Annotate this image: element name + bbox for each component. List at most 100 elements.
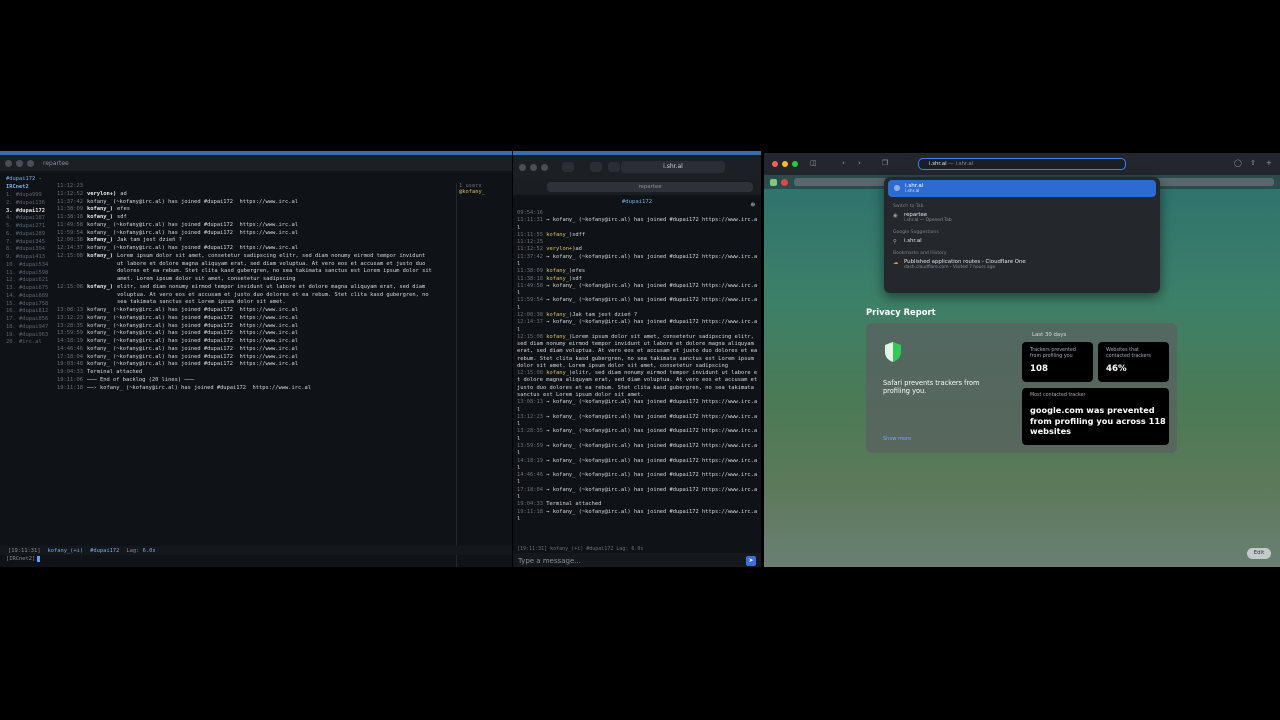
channel-item[interactable]: 12. #dupai621 (6, 277, 54, 285)
message-nick[interactable]: verylon+ (546, 246, 572, 252)
channel-item[interactable]: 5. #dupai271 (6, 223, 54, 231)
channel-name: #dupai172 (621, 199, 653, 205)
message-line: 11:38:18 kofany_)sdf (517, 276, 759, 283)
message-line: 19:11:18 ──› kofany_ (~kofany@irc.al) has… (57, 385, 455, 393)
back-icon[interactable] (590, 162, 602, 172)
message-nick[interactable]: kofany_ (546, 268, 569, 274)
show-more-link[interactable]: Show more (883, 436, 911, 442)
user-item[interactable]: @kofany_ (459, 189, 512, 195)
message-line: 11:12:25 (517, 239, 759, 246)
message-nick[interactable]: kofany_ (546, 232, 569, 238)
message-timestamp: 14:46:46 (517, 472, 543, 479)
channel-item[interactable]: 3. #dupai172 (6, 208, 54, 216)
message-line: 13:59:59 → kofany_ (~kofany@irc.al) has … (517, 443, 759, 458)
channel-item[interactable]: 2. #dupai136 (6, 200, 54, 208)
top-hit-suggestion[interactable]: i.shr.al i.shr.al (888, 180, 1156, 197)
composer-placeholder: Type a message... (518, 557, 581, 565)
message-nick[interactable]: kofany_ (546, 334, 569, 340)
channel-item[interactable]: 1. #dupa999 (6, 192, 54, 200)
web-irc-window: i.shr.al repartee #dupai172 ☻ 09:54:16 1… (513, 153, 761, 567)
minimize-icon[interactable] (16, 159, 23, 167)
channel-item[interactable]: 6. #dupai289 (6, 231, 54, 239)
share-icon[interactable]: ⇧ (1250, 159, 1256, 167)
message-timestamp: 11:49:58 (57, 221, 83, 228)
channel-item[interactable]: 16. #dupai812 (6, 308, 54, 316)
message-timestamp: 11:12:25 (517, 239, 543, 246)
message-line: 14:18:19 → kofany_ (~kofany@irc.al) has … (517, 458, 759, 473)
message-timestamp: 19:04:33 (57, 369, 83, 375)
sidebar-toggle-icon[interactable] (562, 162, 574, 172)
message-text: )efes (568, 268, 586, 275)
google-suggestion[interactable]: ⚲ i.shr.al (884, 238, 1160, 245)
message-nick[interactable]: kofany_) (87, 206, 113, 214)
minimize-icon[interactable] (782, 161, 788, 167)
address-bar[interactable]: i.shr.al — i.shr.al (918, 158, 1126, 170)
message-line: 19:11:06 ─── End of backlog (20 lines) ──… (57, 377, 455, 385)
message-nick[interactable]: kofany_ (546, 370, 569, 376)
favorite-green-icon[interactable] (770, 179, 777, 186)
switch-to-tab-header: Switch to Tab (893, 204, 924, 209)
command-input[interactable]: [IRCnet2] (6, 556, 41, 562)
message-nick[interactable]: kofany_) (87, 253, 113, 261)
url-field[interactable]: i.shr.al (621, 161, 725, 173)
new-tab-icon[interactable]: + (1266, 159, 1272, 167)
downloads-icon[interactable]: ◯ (1234, 159, 1242, 167)
message-nick[interactable]: kofany_) (87, 284, 113, 292)
message-nick[interactable]: kofany_) (87, 214, 113, 222)
sidebar-icon[interactable]: ◫ (810, 159, 817, 167)
channel-item[interactable]: 10. #dupai534 (6, 262, 54, 270)
channel-item[interactable]: 15. #dupai758 (6, 301, 54, 309)
zoom-icon[interactable] (27, 159, 34, 167)
message-timestamp: 11:49:58 (517, 282, 543, 289)
channel-item[interactable]: 4. #dupai187 (6, 215, 54, 223)
message-continuation: dolores et ea rebum. Stet clita kasd gub… (117, 268, 432, 275)
message-nick[interactable]: kofany_) (87, 237, 113, 245)
channel-item[interactable]: 7. #dupai345 (6, 239, 54, 247)
message-line: 11:59:54 → kofany_ (~kofany@irc.al) has … (517, 297, 759, 312)
message-timestamp: 11:38:18 (57, 214, 83, 220)
close-icon[interactable] (772, 161, 778, 167)
close-icon[interactable] (5, 159, 12, 167)
message-nick[interactable]: verylon+) (87, 191, 116, 199)
forward-icon[interactable] (608, 162, 620, 172)
bookmark-suggestion[interactable]: ☁ Published application routes - Cloudfl… (884, 259, 1160, 270)
switch-tab-suggestion[interactable]: ◉ repartee i.shr.al — Opened Tab (884, 212, 1160, 223)
message-composer[interactable]: Type a message... ➤ (513, 553, 761, 567)
message-line: 13:28:35 → kofany_ (~kofany@irc.al) has … (517, 428, 759, 443)
tab-overview-icon[interactable]: ❐ (882, 159, 888, 167)
message-line: 11:37:42 → kofany_ (~kofany@irc.al) has … (517, 254, 759, 269)
edit-button[interactable]: Edit (1247, 548, 1271, 559)
channel-item[interactable]: 20. #irc.al (6, 339, 54, 347)
message-timestamp: 14:46:46 (57, 345, 83, 352)
close-icon[interactable] (519, 163, 526, 171)
message-text: kofany_ (~kofany@irc.al) has joined #dup… (87, 198, 298, 205)
message-line: 12:00:38 kofany_) Jak tam jest dzień ? (57, 237, 455, 245)
message-timestamp: 12:14:37 (517, 319, 543, 326)
channel-item[interactable]: 11. #dupai598 (6, 270, 54, 278)
message-text: → kofany_ (~kofany@irc.al) has joined #d… (517, 217, 758, 231)
message-nick[interactable]: kofany_ (546, 276, 569, 282)
tab-repartee[interactable]: repartee (547, 182, 753, 192)
minimize-icon[interactable] (530, 163, 537, 171)
channel-item[interactable]: 8. #dupai394 (6, 246, 54, 254)
zoom-icon[interactable] (541, 163, 548, 171)
message-text: → kofany_ (~kofany@irc.al) has joined #d… (517, 253, 758, 267)
status-time: [19:11:31] (8, 547, 41, 554)
channel-item[interactable]: 14. #dupai689 (6, 293, 54, 301)
back-icon[interactable]: ‹ (842, 159, 845, 167)
message-line: 11:11:55 kofany_)sdff (517, 232, 759, 239)
message-text: kofany_ (~kofany@irc.al) has joined #dup… (87, 221, 298, 228)
channel-item[interactable]: 19. #dupai963 (6, 332, 54, 340)
favorite-red-icon[interactable] (781, 179, 788, 186)
forward-icon[interactable]: › (858, 159, 861, 167)
channel-item[interactable]: 17. #dupai856 (6, 316, 54, 324)
send-icon[interactable]: ➤ (746, 556, 756, 566)
globe-icon: ◉ (893, 213, 898, 219)
channel-item[interactable]: 13. #dupai675 (6, 285, 54, 293)
channel-item[interactable]: 9. #dupai413 (6, 254, 54, 262)
zoom-icon[interactable] (792, 161, 798, 167)
message-timestamp: 19:11:18 (57, 384, 83, 391)
message-nick[interactable]: kofany_ (546, 312, 569, 318)
channel-item[interactable]: 18. #dupai947 (6, 324, 54, 332)
message-timestamp: 13:28:35 (517, 428, 543, 435)
